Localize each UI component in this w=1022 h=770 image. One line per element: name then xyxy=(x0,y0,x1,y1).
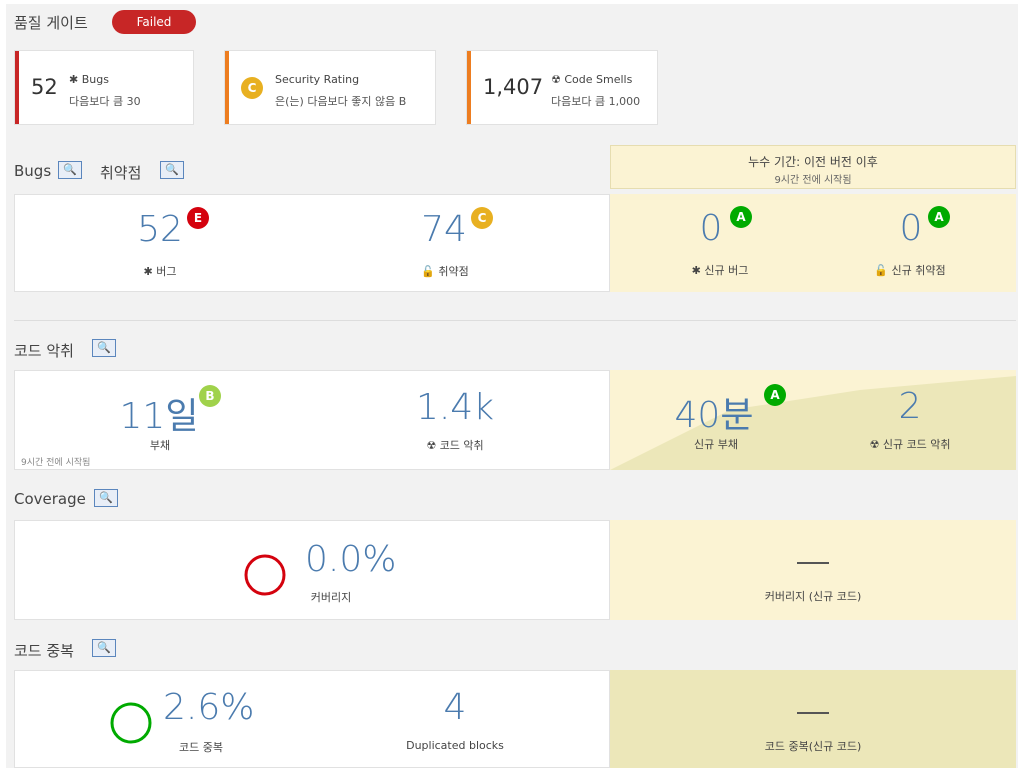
debt-value[interactable]: 11일 xyxy=(119,387,199,439)
code-smells-value[interactable]: 1.4k xyxy=(415,387,495,428)
lock-icon: 🔓 xyxy=(421,265,435,278)
section-title-bugs: Bugs xyxy=(14,162,52,180)
section-title-duplication: 코드 중복 xyxy=(14,642,74,660)
condition-threshold: 다음보다 큼 30 xyxy=(69,95,141,108)
lock-icon: 🔓 xyxy=(874,264,889,277)
leak-period-title: 누수 기간: 이전 버전 이후 xyxy=(748,155,878,169)
code-smell-icon: ☢ xyxy=(426,439,437,452)
quality-gate-status-badge: Failed xyxy=(112,10,196,34)
condition-bar xyxy=(467,51,471,124)
duplication-value[interactable]: 2.6% xyxy=(163,687,254,728)
bugs-rating-badge[interactable]: E xyxy=(187,207,209,229)
vulnerabilities-value[interactable]: 74 xyxy=(419,209,469,250)
coverage-value[interactable]: 0.0% xyxy=(305,539,396,580)
leak-period-started: 9시간 전에 시작됨 xyxy=(774,175,852,186)
smells-started: 9시간 전에 시작됨 xyxy=(21,458,91,468)
vulnerabilities-search-icon[interactable]: 🔍 xyxy=(160,161,184,179)
debt-rating-badge[interactable]: B xyxy=(199,385,221,407)
new-vulnerabilities-rating-badge[interactable]: A xyxy=(928,206,950,228)
condition-metric: ☢ Code Smells xyxy=(551,73,633,86)
new-duplication-label: 코드 중복(신규 코드) xyxy=(764,740,862,753)
bugs-leak-panel: 0 A ✱ 신규 버그 0 A 🔓 신규 취약점 xyxy=(610,194,1016,292)
condition-metric: ✱ Bugs xyxy=(69,73,109,86)
code-smell-icon: ☢ xyxy=(551,73,561,86)
leak-period-header: 누수 기간: 이전 버전 이후 9시간 전에 시작됨 xyxy=(610,145,1016,189)
vulnerabilities-rating-badge[interactable]: C xyxy=(471,207,493,229)
code-smell-icon: ☢ xyxy=(869,438,880,451)
bugs-label: ✱ 버그 xyxy=(143,265,177,278)
new-coverage-label: 커버리지 (신규 코드) xyxy=(764,590,862,603)
condition-metric: Security Rating xyxy=(275,73,360,86)
section-title-vulnerabilities: 취약점 xyxy=(100,164,142,182)
quality-gate-title: 품질 게이트 xyxy=(14,14,88,32)
code-smells-label: ☢ 코드 악취 xyxy=(426,439,484,452)
condition-bar xyxy=(15,51,19,124)
bugs-search-icon[interactable]: 🔍 xyxy=(58,161,82,179)
debt-label: 부채 xyxy=(149,439,171,452)
new-coverage-dash xyxy=(797,562,829,564)
condition-card-code-smells[interactable]: 1,407 ☢ Code Smells 다음보다 큼 1,000 xyxy=(466,50,658,125)
bug-icon: ✱ xyxy=(69,73,79,86)
duplication-donut-icon xyxy=(110,702,152,744)
duplication-search-icon[interactable]: 🔍 xyxy=(92,639,116,657)
new-vulnerabilities-label: 🔓 신규 취약점 xyxy=(874,264,946,277)
rating-c-icon: C xyxy=(241,77,263,99)
new-bugs-value[interactable]: 0 xyxy=(696,208,726,249)
condition-threshold: 다음보다 큼 1,000 xyxy=(551,95,641,108)
duplicated-blocks-value[interactable]: 4 xyxy=(435,687,475,728)
leak-area-chart xyxy=(610,376,1016,470)
condition-threshold: 은(는) 다음보다 좋지 않음 B xyxy=(275,95,407,108)
bug-icon: ✱ xyxy=(691,264,701,277)
code-smells-panel: 11일 B 부채 9시간 전에 시작됨 1.4k ☢ 코드 악취 xyxy=(14,370,610,470)
new-vulnerabilities-value[interactable]: 0 xyxy=(896,208,926,249)
bug-icon: ✱ xyxy=(143,265,153,278)
condition-card-security-rating[interactable]: C Security Rating 은(는) 다음보다 좋지 않음 B xyxy=(224,50,436,125)
code-smells-search-icon[interactable]: 🔍 xyxy=(92,339,116,357)
duplicated-blocks-label: Duplicated blocks xyxy=(406,739,504,752)
new-code-smells-label: ☢ 신규 코드 악취 xyxy=(869,438,951,451)
bugs-panel: 52 E ✱ 버그 74 C 🔓 취약점 xyxy=(14,194,610,292)
duplication-leak-panel: 코드 중복(신규 코드) xyxy=(610,670,1016,768)
coverage-leak-panel: 커버리지 (신규 코드) xyxy=(610,520,1016,620)
duplication-label: 코드 중복 xyxy=(179,741,223,754)
condition-bar xyxy=(225,51,229,124)
section-title-code-smells: 코드 악취 xyxy=(14,342,74,360)
section-title-coverage: Coverage xyxy=(14,490,86,508)
new-code-smells-value[interactable]: 2 xyxy=(890,386,930,427)
condition-value: 52 xyxy=(31,75,58,99)
new-debt-label: 신규 부채 xyxy=(694,438,738,451)
coverage-donut-icon xyxy=(244,554,286,596)
condition-value: 1,407 xyxy=(483,75,544,99)
bugs-value[interactable]: 52 xyxy=(135,209,185,250)
vulnerabilities-label: 🔓 취약점 xyxy=(421,265,469,278)
new-bugs-rating-badge[interactable]: A xyxy=(730,206,752,228)
code-smells-leak-panel: 40분 A 신규 부채 2 ☢ 신규 코드 악취 xyxy=(610,370,1016,470)
new-duplication-dash xyxy=(797,712,829,714)
new-bugs-label: ✱ 신규 버그 xyxy=(691,264,749,277)
new-debt-value[interactable]: 40분 xyxy=(674,386,754,438)
project-overview: 품질 게이트 Failed 52 ✱ Bugs 다음보다 큼 30 C Secu… xyxy=(6,4,1018,768)
divider xyxy=(14,320,1016,321)
duplication-panel: 2.6% 코드 중복 4 Duplicated blocks xyxy=(14,670,610,768)
coverage-panel: 0.0% 커버리지 xyxy=(14,520,610,620)
coverage-search-icon[interactable]: 🔍 xyxy=(94,489,118,507)
coverage-label: 커버리지 xyxy=(310,591,352,604)
new-debt-rating-badge[interactable]: A xyxy=(764,384,786,406)
condition-card-bugs[interactable]: 52 ✱ Bugs 다음보다 큼 30 xyxy=(14,50,194,125)
